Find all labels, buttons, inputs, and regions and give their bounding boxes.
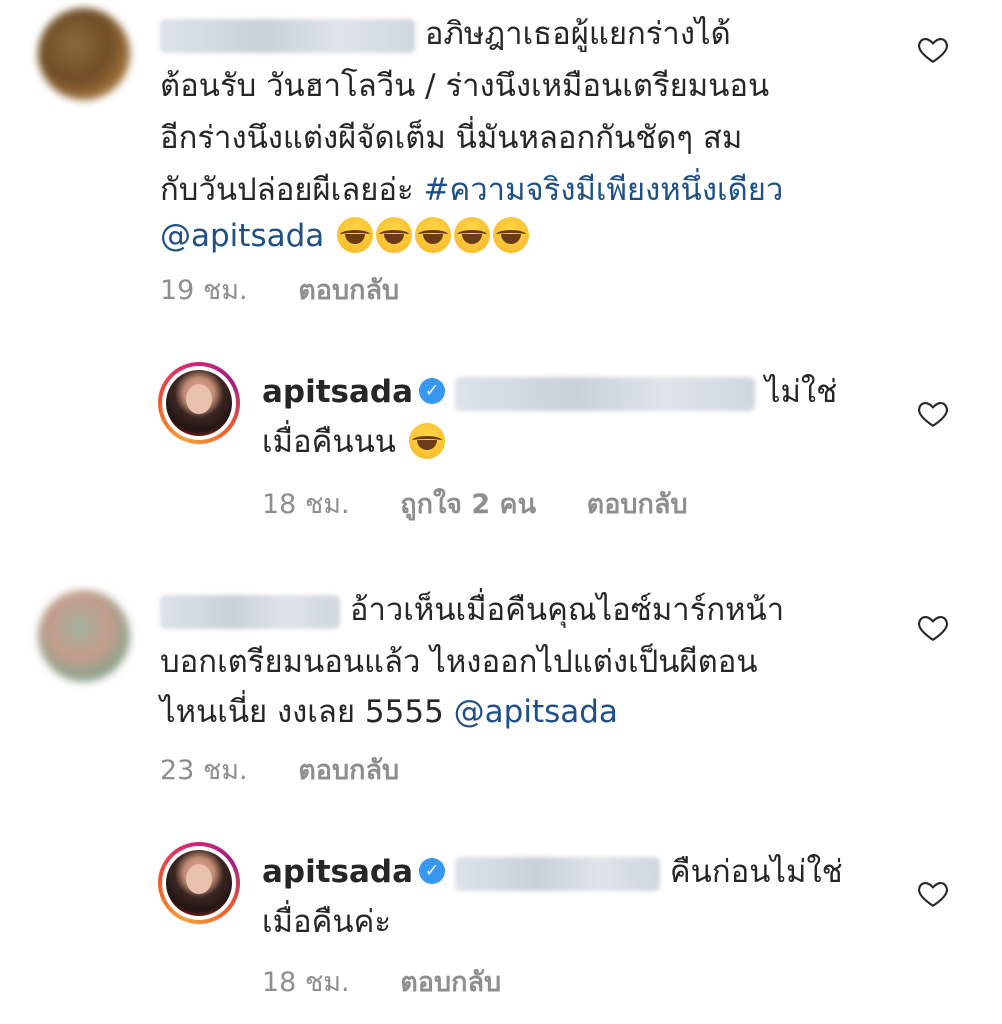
laughing-emoji-icon (454, 216, 491, 253)
reply-text-line: เมื่อคืนนน (262, 416, 445, 468)
mention-link[interactable]: @apitsada (454, 694, 618, 730)
likes-count-link[interactable]: ถูกใจ 2 คน (400, 489, 536, 520)
reply-button[interactable]: ตอบกลับ (298, 755, 399, 786)
heart-icon[interactable] (916, 876, 950, 910)
reply-meta: 18 ชม. ถูกใจ 2 คน ตอบกลับ (262, 482, 730, 525)
reply-button[interactable]: ตอบกลับ (587, 489, 688, 520)
heart-icon[interactable] (916, 396, 950, 430)
heart-icon[interactable] (916, 610, 950, 644)
comment-text-line: ไหนเนี่ย งงเลย 5555 @apitsada (160, 694, 618, 730)
laughing-emoji-icon (493, 216, 530, 253)
verified-icon: ✓ (419, 377, 446, 404)
username-link[interactable]: apitsada (262, 854, 413, 890)
blurred-mention[interactable] (455, 376, 756, 411)
reply-text: apitsada ✓ คืนก่อนไม่ใช่ (262, 854, 843, 891)
commenter-avatar[interactable] (38, 8, 130, 100)
timestamp: 19 ชม. (160, 275, 248, 306)
comment-text-line: ต้อนรับ วันฮาโลวีน / ร่างนึงเหมือนเตรียม… (160, 68, 770, 104)
comment-text-line: กับวันปล่อยผีเลยอ่ะ #ความจริงมีเพียงหนึ่… (160, 172, 784, 208)
laughing-emoji-icon (408, 422, 445, 459)
laughing-emoji-icon (415, 216, 452, 253)
timestamp: 18 ชม. (262, 489, 350, 520)
reply-meta: 18 ชม. ตอบกลับ (262, 960, 543, 1003)
reply-button[interactable]: ตอบกลับ (400, 967, 501, 998)
comment-text-line: อีกร่างนึงแต่งผีจัดเต็ม นี่มันหลอกกันชัด… (160, 120, 743, 156)
blurred-username[interactable] (160, 594, 340, 629)
commenter-avatar[interactable] (38, 590, 130, 682)
timestamp: 23 ชม. (160, 755, 248, 786)
username-link[interactable]: apitsada (262, 374, 413, 410)
reply-text: apitsada ✓ ไม่ใช่ (262, 374, 838, 411)
comment-text-line: @apitsada (160, 210, 530, 262)
reply-text-line: เมื่อคืนค่ะ (262, 904, 391, 940)
apitsada-avatar[interactable] (158, 842, 240, 924)
comment-meta: 19 ชม. ตอบกลับ (160, 268, 441, 311)
comment-text: อภิษฎาเธอผู้แยกร่างได้ (160, 8, 731, 60)
hashtag-link[interactable]: #ความจริงมีเพียงหนึ่งเดียว (424, 172, 784, 208)
laughing-emoji-icon (376, 216, 413, 253)
comments-thread: อภิษฎาเธอผู้แยกร่างได้ ต้อนรับ วันฮาโลวี… (0, 0, 1002, 1024)
comment-meta: 23 ชม. ตอบกลับ (160, 748, 441, 791)
laughing-emoji-icon (337, 216, 374, 253)
timestamp: 18 ชม. (262, 967, 350, 998)
comment-text: อ้าวเห็นเมื่อคืนคุณไอซ์มาร์กหน้า (160, 584, 784, 636)
apitsada-avatar[interactable] (158, 362, 240, 444)
blurred-mention[interactable] (455, 856, 661, 891)
blurred-username[interactable] (160, 18, 415, 53)
verified-icon: ✓ (419, 857, 446, 884)
comment-text-line: บอกเตรียมนอนแล้ว ไหงออกไปแต่งเป็นผีตอน (160, 644, 758, 680)
heart-icon[interactable] (916, 32, 950, 66)
mention-link[interactable]: @apitsada (160, 218, 324, 254)
reply-button[interactable]: ตอบกลับ (298, 275, 399, 306)
